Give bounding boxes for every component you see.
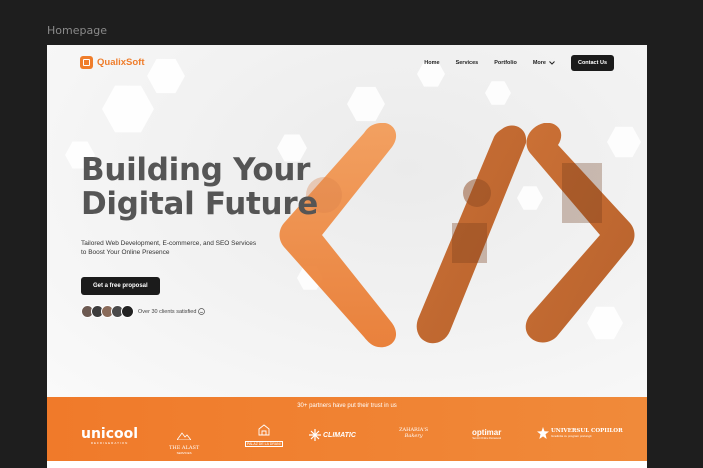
partners-band: 30+ partners have put their trust in us … (47, 397, 647, 461)
partner-logo-climatic: CLIMATIC (309, 429, 356, 441)
partner-logo-optimar: optimar Servicii Online Romanesti (472, 428, 502, 441)
brand-name: QualixSoft (97, 57, 145, 68)
partner-logos: unicool REFRIGERATION THE ALAST SERVICES… (47, 424, 647, 455)
hero-title-line-2: Digital Future (81, 186, 319, 222)
partner-logo-palaz: PALAZ DE LA DRANI (245, 423, 283, 447)
building-icon (258, 424, 270, 436)
mountain-icon (176, 432, 192, 441)
hero-subtitle: Tailored Web Development, E-commerce, an… (81, 240, 257, 256)
nav-more-label: More (532, 60, 546, 66)
social-proof-text: Over 30 clients satisfied (138, 308, 197, 315)
nav-item-services[interactable]: Services (456, 60, 479, 66)
homepage-frame: QualixSoft Home Services Portfolio More … (47, 45, 647, 468)
get-proposal-button[interactable]: Get a free proposal (81, 277, 160, 295)
star-icon (537, 427, 549, 439)
brand-logo[interactable]: QualixSoft (80, 56, 145, 69)
hero-title-line-1: Building Your (81, 152, 311, 188)
partners-title: 30+ partners have put their trust in us (297, 403, 397, 409)
contact-us-button[interactable]: Contact Us (570, 55, 614, 71)
hero-title: Building Your Digital Future (81, 153, 318, 221)
nav-item-portfolio[interactable]: Portfolio (494, 60, 517, 66)
main-nav: Home Services Portfolio More Contact Us (424, 55, 614, 71)
partner-logo-universul-copiilor: UNIVERSUL COPIILOR Gradinita cu program … (537, 427, 623, 439)
code-brackets-illustration (279, 123, 635, 348)
partner-logo-zaharias: ZAHARIA'S Bakery (399, 427, 429, 439)
frame-label: Homepage (47, 24, 107, 37)
nav-item-home[interactable]: Home (424, 60, 439, 66)
smiley-icon (198, 308, 206, 315)
snowflake-icon (309, 429, 321, 441)
partner-logo-the-alast: THE ALAST SERVICES (169, 427, 199, 455)
partner-logo-unicool: unicool REFRIGERATION (81, 426, 139, 445)
logo-icon (80, 56, 93, 69)
nav-item-more[interactable]: More (533, 60, 555, 66)
client-avatars: Over 30 clients satisfied (81, 305, 206, 318)
chevron-down-icon (549, 61, 555, 65)
next-section-edge (47, 461, 647, 468)
avatar (121, 305, 134, 318)
